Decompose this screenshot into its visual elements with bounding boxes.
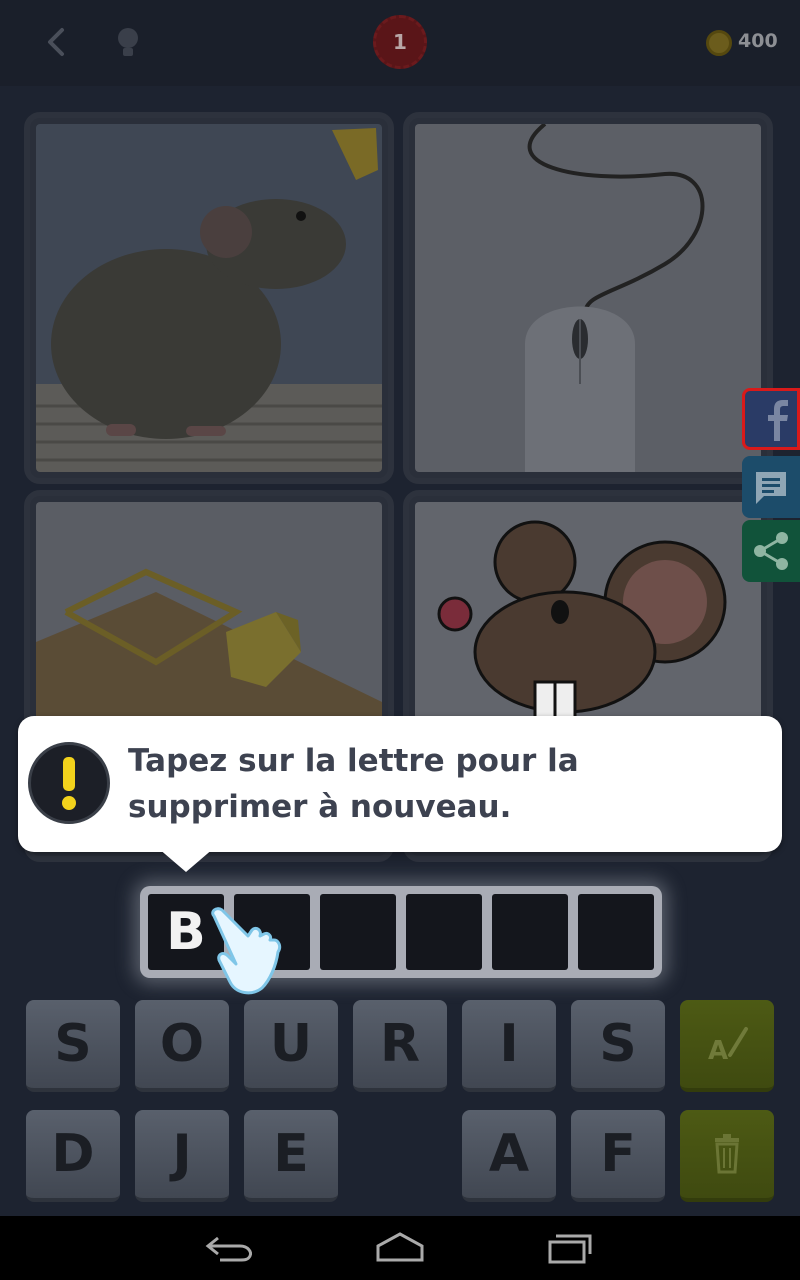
svg-text:A: A <box>708 1036 728 1066</box>
facebook-icon <box>768 400 788 441</box>
chat-button[interactable] <box>742 456 800 518</box>
coins-count[interactable]: 400 <box>738 30 778 52</box>
letter-key[interactable]: R <box>353 1000 447 1092</box>
letter-key[interactable]: A <box>462 1110 556 1202</box>
lightbulb-icon[interactable] <box>110 22 146 62</box>
share-icon <box>754 532 788 570</box>
remove-letters-button[interactable] <box>680 1110 774 1202</box>
letter-key[interactable]: S <box>571 1000 665 1092</box>
back-arrow-icon[interactable] <box>36 22 76 62</box>
letter-key[interactable]: F <box>571 1110 665 1202</box>
reveal-letter-icon: A <box>708 1027 748 1066</box>
letter-key[interactable]: S <box>26 1000 120 1092</box>
computer-mouse-photo[interactable] <box>403 112 773 484</box>
chat-icon <box>756 472 786 504</box>
rat-photo[interactable] <box>24 112 394 484</box>
letter-key[interactable]: I <box>462 1000 556 1092</box>
letter-key[interactable]: D <box>26 1110 120 1202</box>
pointing-hand-icon <box>211 907 282 995</box>
letter-key[interactable]: E <box>244 1110 338 1202</box>
trash-icon <box>715 1134 739 1174</box>
letter-key[interactable]: J <box>135 1110 229 1202</box>
reveal-letter-button[interactable]: A <box>680 1000 774 1092</box>
letter-key[interactable]: O <box>135 1000 229 1092</box>
answer-slot[interactable] <box>578 894 654 970</box>
nav-recents-icon[interactable] <box>540 1226 600 1270</box>
level-badge: 1 <box>373 15 427 69</box>
answer-slot[interactable] <box>320 894 396 970</box>
empty-key-slot <box>353 1110 447 1202</box>
tooltip-tail <box>158 848 214 872</box>
share-button[interactable] <box>742 520 800 582</box>
letter-key[interactable]: U <box>244 1000 338 1092</box>
nav-home-icon[interactable] <box>370 1226 430 1270</box>
facebook-button[interactable] <box>742 388 800 450</box>
exclamation-icon <box>28 742 110 824</box>
coin-icon[interactable] <box>706 30 732 56</box>
answer-slot[interactable] <box>406 894 482 970</box>
answer-slot[interactable] <box>492 894 568 970</box>
tooltip-text: Tapez sur la lettre pour la supprimer à … <box>128 743 579 825</box>
nav-back-icon[interactable] <box>200 1226 260 1270</box>
